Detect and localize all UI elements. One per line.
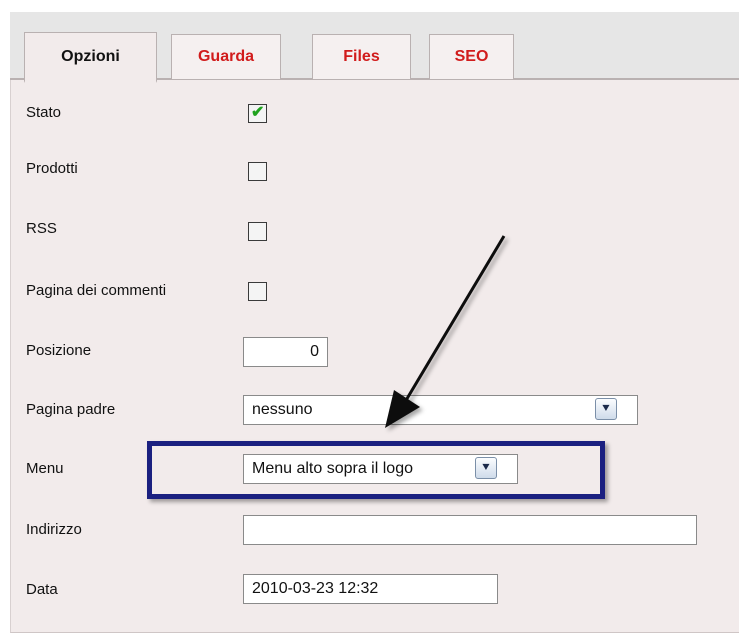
tab-seo[interactable]: SEO <box>429 34 514 79</box>
tab-opzioni[interactable]: Opzioni <box>24 32 157 83</box>
pagina-padre-label: Pagina padre <box>26 401 116 418</box>
posizione-label: Posizione <box>26 342 92 359</box>
pagina-padre-value: nessuno <box>252 401 313 418</box>
menu-label: Menu <box>26 460 64 477</box>
indirizzo-input[interactable] <box>243 515 697 545</box>
rss-checkbox[interactable] <box>248 222 267 241</box>
tab-guarda[interactable]: Guarda <box>171 34 281 79</box>
pagina-commenti-checkbox[interactable] <box>248 282 267 301</box>
rss-label: RSS <box>26 220 57 237</box>
pagina-padre-select[interactable]: nessuno ⯆ <box>243 395 638 425</box>
prodotti-label: Prodotti <box>26 160 78 177</box>
data-input[interactable]: 2010-03-23 12:32 <box>243 574 498 604</box>
highlight-box <box>147 441 605 499</box>
checkmark-icon: ✔ <box>251 104 265 121</box>
stato-label: Stato <box>26 104 62 121</box>
stato-checkbox[interactable]: ✔ <box>248 104 267 123</box>
posizione-input[interactable]: 0 <box>243 337 328 367</box>
chevron-down-icon[interactable]: ⯆ <box>595 398 617 420</box>
indirizzo-label: Indirizzo <box>26 521 82 538</box>
pagina-commenti-label: Pagina dei commenti <box>26 282 167 299</box>
prodotti-checkbox[interactable] <box>248 162 267 181</box>
data-label: Data <box>26 581 58 598</box>
tab-files[interactable]: Files <box>312 34 411 79</box>
